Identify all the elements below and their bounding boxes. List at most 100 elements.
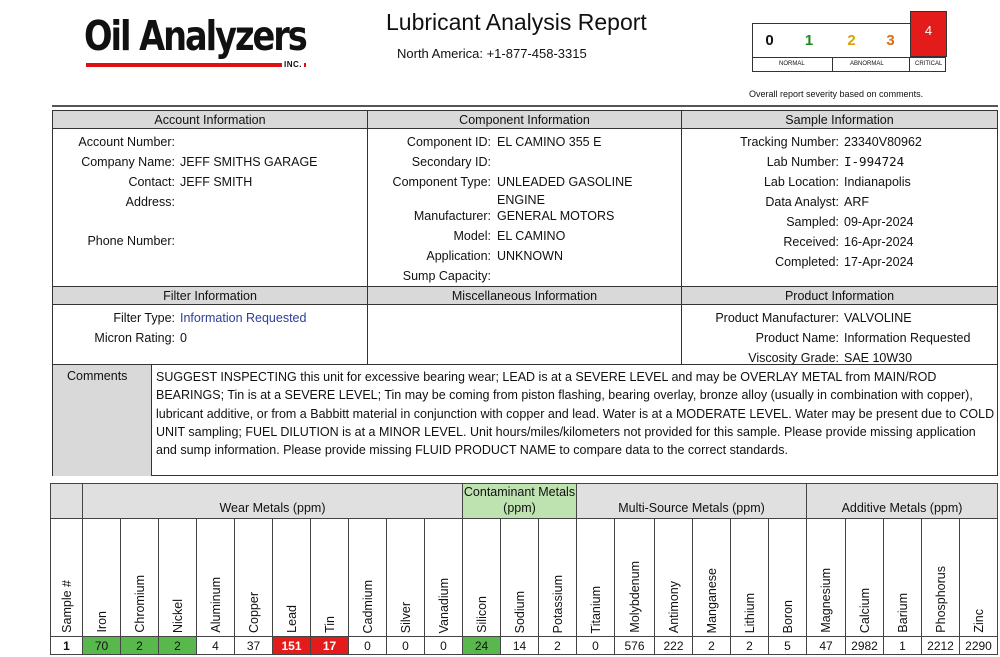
table-cell: 576: [614, 636, 655, 655]
component-type-value-1: UNLEADED GASOLINE: [497, 175, 633, 189]
column-header: Manganese: [692, 518, 731, 637]
table-cell: 2: [692, 636, 731, 655]
column-header: Sample #: [50, 518, 83, 637]
table-cell: 2290: [959, 636, 998, 655]
column-header-label: Lead: [284, 605, 299, 633]
component-type-label: Component Type:: [392, 175, 491, 189]
severity-labels: NORMAL ABNORMAL CRITICAL: [753, 57, 945, 72]
column-header-label: Potassium: [550, 574, 565, 633]
table-cell: 0: [576, 636, 615, 655]
manufacturer-label: Manufacturer:: [413, 209, 491, 223]
component-type-value-2: ENGINE: [497, 193, 545, 207]
table-cell: 4: [196, 636, 235, 655]
column-header-label: Lithium: [742, 592, 757, 633]
column-header-label: Calcium: [857, 587, 872, 633]
report-title: Lubricant Analysis Report: [386, 9, 647, 35]
received-label: Received:: [783, 235, 839, 249]
column-header-label: Phosphorus: [933, 566, 948, 633]
company-name-value: JEFF SMITHS GARAGE: [180, 155, 318, 169]
micron-rating-value: 0: [180, 331, 187, 345]
sample-heading: Sample Information: [682, 111, 997, 129]
column-header-label: Tin: [322, 616, 337, 633]
column-header-label: Iron: [94, 611, 109, 633]
severity-1: 1: [804, 32, 814, 49]
table-cell: 1: [50, 636, 83, 655]
column-header: Silicon: [462, 518, 501, 637]
table-cell: 17: [310, 636, 349, 655]
table-cell: 0: [386, 636, 425, 655]
column-header-label: Barium: [895, 593, 910, 633]
column-header-label: Vanadium: [436, 577, 451, 633]
report-phone: North America: +1-877-458-3315: [397, 46, 587, 61]
sampled-value: 09-Apr-2024: [844, 215, 914, 229]
table-cell: 24: [462, 636, 501, 655]
filter-type-label: Filter Type:: [113, 311, 175, 325]
table-cell: 2: [120, 636, 159, 655]
column-header: Aluminum: [196, 518, 235, 637]
table-cell: 5: [768, 636, 807, 655]
severity-3: 3: [886, 32, 895, 49]
component-panel: Component Information Component ID: Seco…: [368, 111, 682, 287]
column-header: Antimony: [654, 518, 693, 637]
logo-text: Oil Analyzers: [84, 12, 308, 60]
table-cell: 2: [538, 636, 577, 655]
column-header-label: Sodium: [512, 590, 527, 633]
account-heading: Account Information: [53, 111, 367, 129]
column-header: Magnesium: [806, 518, 846, 637]
column-header-label: Zinc: [971, 609, 986, 633]
header-rule: [52, 105, 998, 107]
company-logo: Oil Analyzers INC.: [84, 12, 310, 70]
column-header: Lithium: [730, 518, 769, 637]
completed-label: Completed:: [775, 255, 839, 269]
misc-panel: Miscellaneous Information: [368, 287, 682, 365]
model-label: Model:: [453, 229, 491, 243]
column-header: Vanadium: [424, 518, 463, 637]
table-cell: 2: [158, 636, 197, 655]
completed-value: 17-Apr-2024: [844, 255, 914, 269]
severity-divider: [909, 57, 910, 72]
table-cell: 14: [500, 636, 539, 655]
sample-panel: Sample Information Tracking Number: Lab …: [682, 111, 997, 287]
micron-rating-label: Micron Rating:: [94, 331, 175, 345]
received-value: 16-Apr-2024: [844, 235, 914, 249]
group-contaminant-metals: Contaminant Metals (ppm): [462, 483, 577, 519]
severity-divider: [832, 57, 833, 72]
product-name-label: Product Name:: [755, 331, 839, 345]
contact-value: JEFF SMITH: [180, 175, 253, 189]
component-heading: Component Information: [368, 111, 681, 129]
column-header: Nickel: [158, 518, 197, 637]
info-grid: Account Information Account Number: Comp…: [52, 110, 998, 476]
table-cell: 47: [806, 636, 846, 655]
component-id-value: EL CAMINO 355 E: [497, 135, 602, 149]
column-header: Barium: [883, 518, 922, 637]
account-panel: Account Information Account Number: Comp…: [53, 111, 368, 287]
logo-underline: [86, 63, 306, 67]
column-header-label: Chromium: [132, 575, 147, 633]
column-header: Cadmium: [348, 518, 387, 637]
group-additive-metals: Additive Metals (ppm): [806, 483, 998, 519]
address-label: Address:: [125, 195, 175, 209]
lab-number-label: Lab Number:: [766, 155, 839, 169]
viscosity-grade-label: Viscosity Grade:: [748, 351, 839, 365]
column-header: Copper: [234, 518, 273, 637]
sump-capacity-label: Sump Capacity:: [402, 269, 491, 283]
lab-location-value: Indianapolis: [844, 175, 911, 189]
sampled-label: Sampled:: [786, 215, 839, 229]
column-header: Lead: [272, 518, 311, 637]
severity-label-abnormal: ABNORMAL: [850, 61, 884, 67]
column-header-label: Titanium: [588, 585, 603, 633]
severity-0: 0: [765, 32, 774, 49]
column-names-row: Sample # Iron Chromium Nickel Aluminum Copper…: [50, 518, 998, 637]
column-header: Chromium: [120, 518, 159, 637]
column-header: Potassium: [538, 518, 577, 637]
lab-location-label: Lab Location:: [763, 175, 839, 189]
model-value: EL CAMINO: [497, 229, 566, 243]
table-cell: 2: [730, 636, 769, 655]
comments-label: Comments: [53, 365, 152, 476]
table-corner: [50, 483, 83, 519]
severity-label-normal: NORMAL: [779, 61, 805, 67]
column-header-label: Copper: [246, 592, 261, 633]
misc-heading: Miscellaneous Information: [368, 287, 681, 305]
filter-panel: Filter Information Filter Type: Micron R…: [53, 287, 368, 365]
table-cell: 37: [234, 636, 273, 655]
